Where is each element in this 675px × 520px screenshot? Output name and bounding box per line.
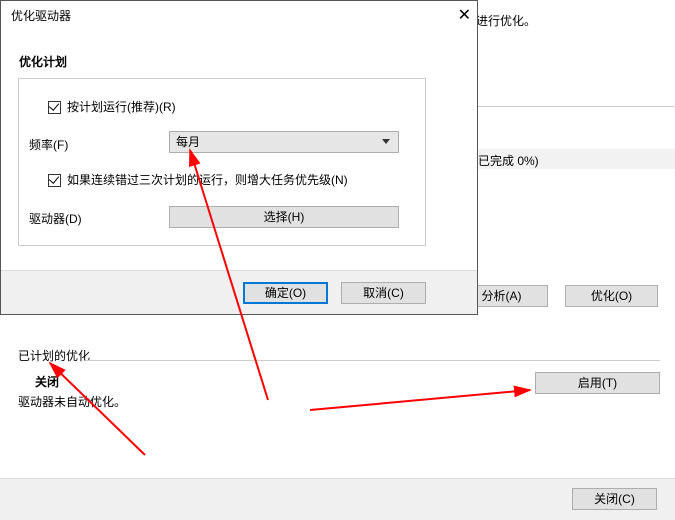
checkbox-label: 按计划运行(推荐)(R) (67, 100, 176, 114)
frequency-select[interactable]: 每月 (169, 131, 399, 153)
increase-priority-checkbox[interactable]: 如果连续错过三次计划的运行，则增大任务优先级(N) (48, 171, 348, 188)
schedule-settings-dialog: 优化驱动器 ✕ 优化计划 按计划运行(推荐)(R) 频率(F) 每月 如果连续错… (0, 0, 478, 315)
chevron-down-icon (382, 139, 390, 144)
optimize-button[interactable]: 优化(O) (565, 285, 658, 307)
divider (85, 360, 660, 361)
checkbox-label: 如果连续错过三次计划的运行，则增大任务优先级(N) (67, 173, 348, 187)
close-icon[interactable]: ✕ (458, 5, 471, 25)
ok-button[interactable]: 确定(O) (243, 282, 328, 304)
cancel-button[interactable]: 取消(C) (341, 282, 426, 304)
frequency-value: 每月 (176, 135, 200, 149)
checkbox-icon (48, 174, 61, 187)
dialog-title: 优化驱动器 (11, 7, 71, 24)
close-button[interactable]: 关闭(C) (572, 488, 657, 510)
choose-drives-button[interactable]: 选择(H) (169, 206, 399, 228)
drives-label: 驱动器(D) (29, 210, 82, 227)
enable-button[interactable]: 启用(T) (535, 372, 660, 394)
group-title: 优化计划 (19, 53, 67, 70)
parent-bottom-bar: 关闭(C) (0, 478, 675, 520)
dialog-bottom-bar: 确定(O) 取消(C) (1, 270, 477, 314)
scheduled-optimization-title: 已计划的优化 (18, 347, 90, 364)
schedule-status: 关闭 (35, 373, 59, 390)
frequency-label: 频率(F) (29, 136, 68, 153)
parent-hint-text: 进行优化。 (476, 12, 536, 29)
checkbox-icon (48, 101, 61, 114)
run-on-schedule-checkbox[interactable]: 按计划运行(推荐)(R) (48, 98, 176, 115)
schedule-desc: 驱动器未自动优化。 (18, 393, 126, 410)
